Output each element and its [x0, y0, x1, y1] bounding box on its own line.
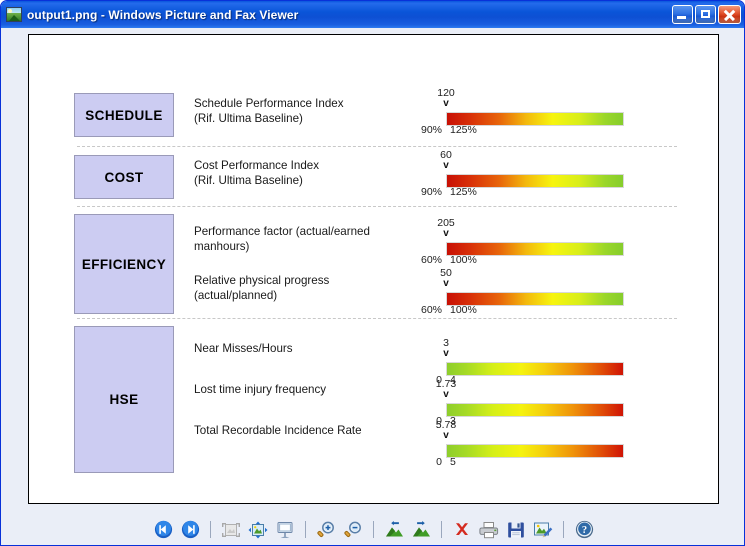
window-controls [672, 5, 743, 24]
gauge-bar [446, 403, 624, 417]
category-box-hse: HSE [74, 326, 174, 473]
best-fit-button[interactable] [220, 519, 242, 541]
metric-line: Lost time injury frequency [194, 383, 409, 398]
metric-line: Cost Performance Index [194, 159, 409, 174]
zoom-in-button[interactable] [315, 519, 337, 541]
gauge-marker: 120 v [437, 88, 455, 109]
category-box-schedule: SCHEDULE [74, 93, 174, 137]
axis-min-label: 90% [421, 124, 442, 136]
category-label: COST [104, 170, 143, 185]
metric-label-lost-time-injury: Lost time injury frequency [194, 383, 409, 398]
minimize-button[interactable] [672, 5, 693, 24]
toolbar-divider [373, 521, 374, 538]
gauge-marker: 50 v [440, 268, 452, 289]
slideshow-button[interactable] [274, 519, 296, 541]
category-box-cost: COST [74, 155, 174, 199]
metric-line: Near Misses/Hours [194, 342, 409, 357]
gauge-marker: 205 v [437, 218, 455, 239]
axis-min-label: 60% [421, 254, 442, 266]
category-box-efficiency: EFFICIENCY [74, 214, 174, 314]
gauge-marker: 1.73 v [436, 379, 456, 400]
axis-max-label: 100% [450, 254, 477, 266]
metric-line: Total Recordable Incidence Rate [194, 424, 409, 439]
gauge-marker: 60 v [440, 150, 452, 171]
toolbar-divider [210, 521, 211, 538]
row-separator [77, 146, 677, 147]
row-separator [77, 206, 677, 207]
gauge-marker: 5.78 v [436, 420, 456, 441]
metric-label-near-misses: Near Misses/Hours [194, 342, 409, 357]
zoom-out-button[interactable] [342, 519, 364, 541]
title-bar: output1.png - Windows Picture and Fax Vi… [1, 1, 745, 28]
window-title: output1.png - Windows Picture and Fax Vi… [27, 8, 298, 22]
marker-arrow: v [440, 161, 452, 171]
edit-button[interactable] [532, 519, 554, 541]
delete-button[interactable] [451, 519, 473, 541]
metric-line: (actual/planned) [194, 289, 409, 304]
metric-line: manhours) [194, 240, 409, 255]
previous-image-button[interactable] [152, 519, 174, 541]
metric-line: (Rif. Ultima Baseline) [194, 174, 409, 189]
save-as-button[interactable] [505, 519, 527, 541]
close-button[interactable] [718, 5, 741, 24]
metric-label-performance-factor: Performance factor (actual/earned manhou… [194, 225, 409, 254]
metric-label-schedule: Schedule Performance Index (Rif. Ultima … [194, 97, 409, 126]
axis-max-label: 100% [450, 304, 477, 316]
metric-label-trir: Total Recordable Incidence Rate [194, 424, 409, 439]
client-area: SCHEDULE Schedule Performance Index (Rif… [1, 28, 745, 546]
actual-size-button[interactable] [247, 519, 269, 541]
marker-arrow: v [440, 279, 452, 289]
metric-label-cost: Cost Performance Index (Rif. Ultima Base… [194, 159, 409, 188]
svg-text:?: ? [581, 525, 586, 536]
category-label: EFFICIENCY [82, 257, 166, 272]
viewer-toolbar: ? [1, 512, 745, 546]
metric-line: (Rif. Ultima Baseline) [194, 112, 409, 127]
row-separator [77, 318, 677, 319]
toolbar-divider [441, 521, 442, 538]
toolbar-divider [563, 521, 564, 538]
marker-arrow: v [437, 99, 455, 109]
axis-min-label: 0 [436, 456, 442, 468]
metric-line: Relative physical progress [194, 274, 409, 289]
maximize-button[interactable] [695, 5, 716, 24]
marker-arrow: v [437, 229, 455, 239]
rotate-clockwise-button[interactable] [383, 519, 405, 541]
gauge-bar [446, 444, 624, 458]
marker-arrow: v [443, 349, 449, 359]
image-canvas[interactable]: SCHEDULE Schedule Performance Index (Rif… [28, 34, 719, 504]
toolbar-divider [305, 521, 306, 538]
axis-max-label: 5 [450, 456, 456, 468]
marker-arrow: v [436, 390, 456, 400]
gauge-marker: 3 v [443, 338, 449, 359]
image-thumbnail-icon [6, 7, 22, 22]
axis-min-label: 60% [421, 304, 442, 316]
marker-arrow: v [436, 431, 456, 441]
metric-line: Schedule Performance Index [194, 97, 409, 112]
category-label: HSE [110, 392, 139, 407]
axis-max-label: 125% [450, 124, 477, 136]
metric-line: Performance factor (actual/earned [194, 225, 409, 240]
metric-label-relative-progress: Relative physical progress (actual/plann… [194, 274, 409, 303]
gauge-bar [446, 362, 624, 376]
axis-min-label: 90% [421, 186, 442, 198]
print-button[interactable] [478, 519, 500, 541]
picture-viewer-window: output1.png - Windows Picture and Fax Vi… [0, 0, 745, 546]
next-image-button[interactable] [179, 519, 201, 541]
help-button[interactable]: ? [573, 519, 595, 541]
axis-max-label: 125% [450, 186, 477, 198]
category-label: SCHEDULE [85, 108, 162, 123]
rotate-counterclockwise-button[interactable] [410, 519, 432, 541]
